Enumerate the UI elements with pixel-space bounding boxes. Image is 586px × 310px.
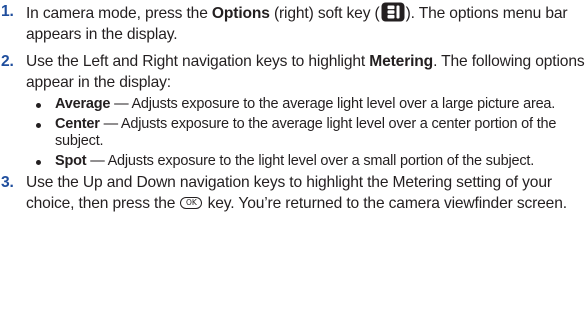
option-term: Center bbox=[55, 116, 100, 132]
metering-options-list: Average — Adjusts exposure to the averag… bbox=[26, 96, 586, 170]
ok-key-label: OK bbox=[186, 197, 197, 207]
step-2: 2. Use the Left and Right navigation key… bbox=[0, 52, 586, 170]
bullet-icon bbox=[36, 160, 41, 165]
list-item: Average — Adjusts exposure to the averag… bbox=[26, 96, 586, 113]
step-3: 3. Use the Up and Down navigation keys t… bbox=[0, 173, 586, 214]
step-bold-term: Options bbox=[211, 5, 270, 22]
option-description: — Adjusts exposure to the average light … bbox=[110, 96, 556, 112]
option-term: Spot bbox=[55, 153, 87, 169]
step-text: Use the Left and Right navigation keys t… bbox=[26, 53, 370, 70]
step-bold-term: Metering bbox=[369, 53, 434, 70]
ok-key-icon: OK bbox=[180, 196, 203, 209]
step-1: 1. In camera mode, press the Options (ri… bbox=[0, 2, 586, 45]
option-description: — Adjusts exposure to the light level ov… bbox=[86, 153, 535, 169]
list-item: Spot — Adjusts exposure to the light lev… bbox=[26, 153, 586, 170]
option-description: — Adjusts exposure to the average light … bbox=[55, 116, 557, 149]
list-item: Center — Adjusts exposure to the average… bbox=[26, 116, 586, 150]
step-text: In camera mode, press the bbox=[26, 5, 212, 22]
step-number: 3. bbox=[1, 174, 14, 191]
instruction-page: 1. In camera mode, press the Options (ri… bbox=[0, 0, 586, 310]
step-number: 1. bbox=[1, 3, 14, 20]
options-softkey-icon bbox=[381, 2, 405, 22]
step-text: (right) soft key ( bbox=[269, 5, 380, 22]
step-number: 2. bbox=[1, 53, 14, 70]
bullet-icon bbox=[36, 123, 41, 128]
option-term: Average bbox=[55, 96, 111, 112]
bullet-icon bbox=[36, 103, 41, 108]
step-text: key. You’re returned to the camera viewf… bbox=[203, 194, 567, 212]
